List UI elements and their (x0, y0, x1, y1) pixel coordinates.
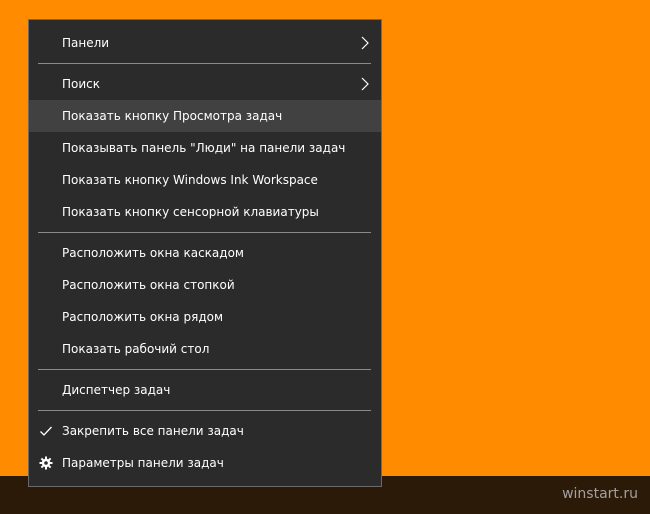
menu-item-toolbars[interactable]: Панели (29, 27, 381, 59)
menu-separator (29, 406, 381, 415)
gear-icon (39, 456, 53, 470)
menu-item-label: Расположить окна каскадом (62, 246, 244, 260)
menu-item-cascade-windows[interactable]: Расположить окна каскадом (29, 237, 381, 269)
menu-item-label: Показать кнопку Просмотра задач (62, 109, 283, 123)
menu-item-lock-taskbars[interactable]: Закрепить все панели задач (29, 415, 381, 447)
menu-item-show-windows-ink-button[interactable]: Показать кнопку Windows Ink Workspace (29, 164, 381, 196)
menu-item-task-manager[interactable]: Диспетчер задач (29, 374, 381, 406)
menu-separator (29, 228, 381, 237)
menu-item-label: Диспетчер задач (62, 383, 171, 397)
chevron-right-icon (361, 77, 369, 91)
menu-item-show-people-button[interactable]: Показывать панель "Люди" на панели задач (29, 132, 381, 164)
menu-item-label: Расположить окна рядом (62, 310, 224, 324)
menu-item-show-task-view-button[interactable]: Показать кнопку Просмотра задач (29, 100, 381, 132)
menu-item-show-touch-keyboard-button[interactable]: Показать кнопку сенсорной клавиатуры (29, 196, 381, 228)
menu-item-label: Закрепить все панели задач (62, 424, 244, 438)
menu-item-label: Параметры панели задач (62, 456, 224, 470)
menu-item-stack-windows[interactable]: Расположить окна стопкой (29, 269, 381, 301)
taskbar-context-menu: Панели Поиск Показать кнопку Просмотра з… (28, 19, 382, 487)
menu-separator (29, 365, 381, 374)
menu-item-show-desktop[interactable]: Показать рабочий стол (29, 333, 381, 365)
menu-item-side-by-side-windows[interactable]: Расположить окна рядом (29, 301, 381, 333)
menu-item-label: Поиск (62, 77, 101, 91)
menu-item-label: Показать кнопку Windows Ink Workspace (62, 173, 318, 187)
menu-item-label: Показать рабочий стол (62, 342, 210, 356)
menu-item-label: Панели (62, 36, 110, 50)
menu-separator (29, 59, 381, 68)
checkmark-icon (40, 426, 52, 436)
menu-item-search[interactable]: Поиск (29, 68, 381, 100)
menu-item-label: Расположить окна стопкой (62, 278, 235, 292)
menu-item-label: Показывать панель "Люди" на панели задач (62, 141, 346, 155)
menu-item-label: Показать кнопку сенсорной клавиатуры (62, 205, 319, 219)
menu-item-taskbar-settings[interactable]: Параметры панели задач (29, 447, 381, 479)
watermark: winstart.ru (562, 486, 638, 502)
chevron-right-icon (361, 36, 369, 50)
